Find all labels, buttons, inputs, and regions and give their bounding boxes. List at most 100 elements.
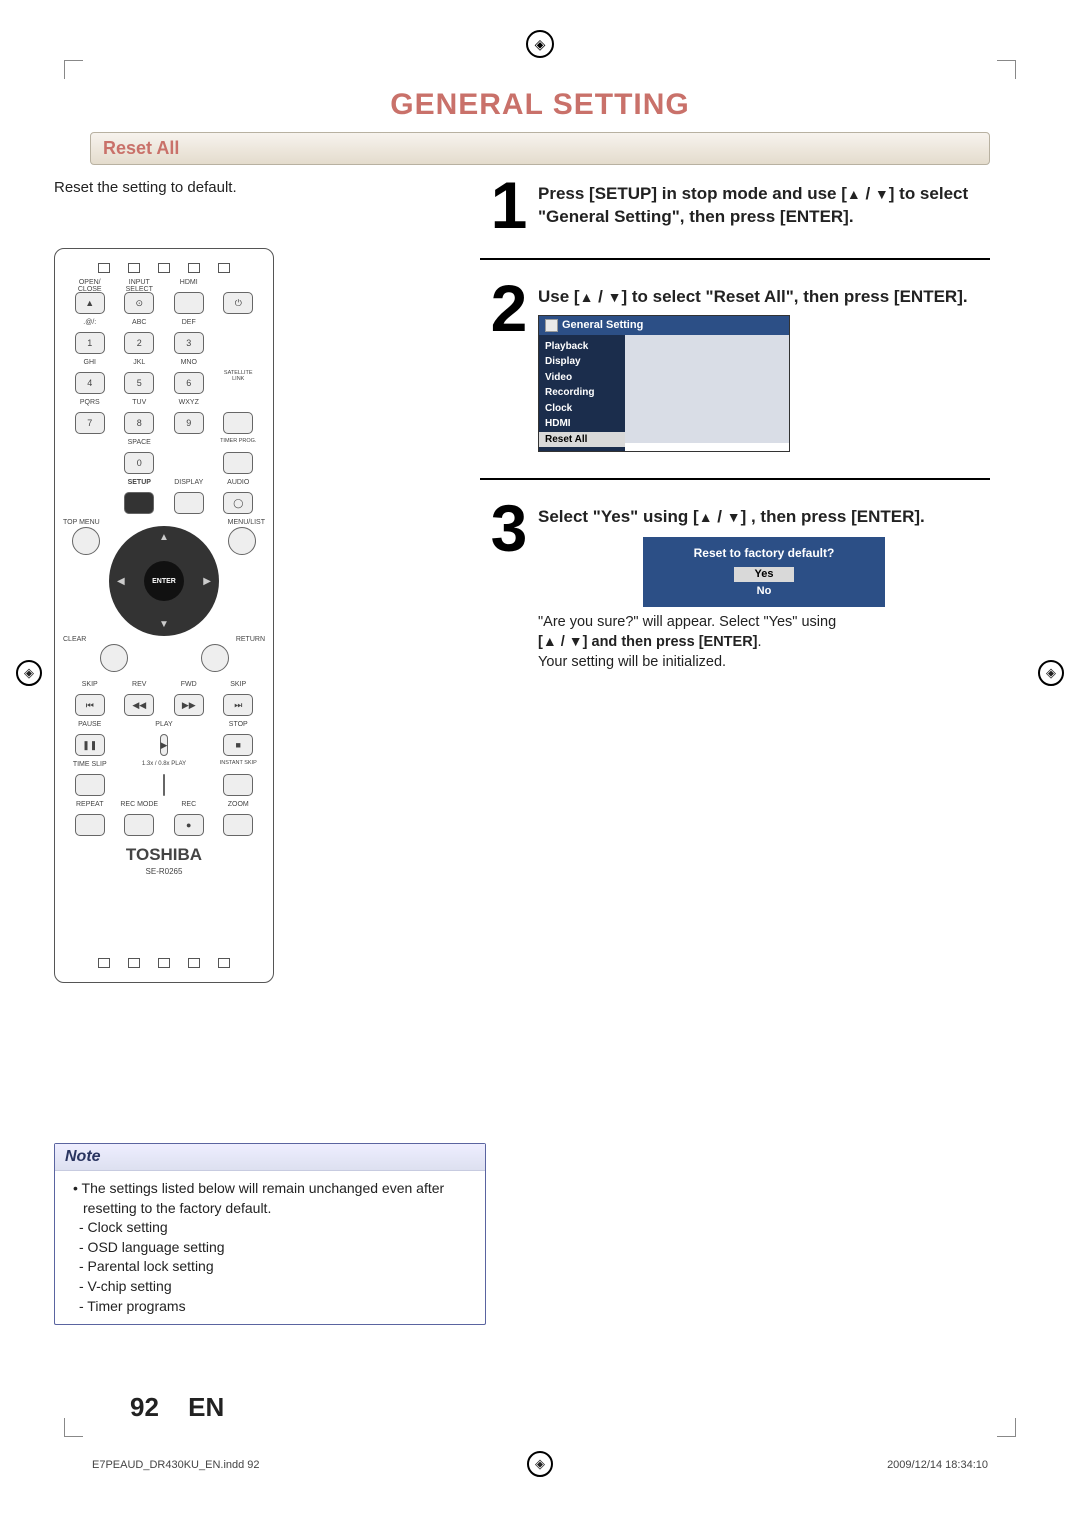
confirm-title: Reset to factory default?: [649, 545, 879, 561]
label-blank: [69, 451, 111, 459]
osd-menu-item: Video: [545, 370, 619, 386]
num-8-button: 8: [124, 412, 154, 434]
enter-button: ENTER: [144, 561, 184, 601]
fwd-button: ▶▶: [174, 694, 204, 716]
label-blank: [218, 399, 260, 407]
label-blank: [168, 439, 210, 447]
osd-menu-item-selected: Reset All: [539, 432, 625, 448]
num-9-button: 9: [174, 412, 204, 434]
step-2: 2 Use [▲ / ▼] to select "Reset All", the…: [480, 282, 990, 452]
step-2-text-b: /: [593, 287, 607, 306]
label-skip-back: SKIP: [69, 681, 111, 689]
osd-menu-item: HDMI: [545, 416, 619, 432]
remote-top-slots: [98, 263, 230, 273]
label-open-close: OPEN/ CLOSE: [69, 279, 111, 287]
label-zoom: ZOOM: [218, 801, 260, 809]
top-menu-button: [72, 527, 100, 555]
step-1-text-b: /: [861, 184, 875, 203]
num-3-button: 3: [174, 332, 204, 354]
label-sym: .@/:: [69, 319, 111, 327]
model-number: SE-R0265: [146, 867, 183, 876]
skip-back-button: ⏮: [75, 694, 105, 716]
hdmi-button: [174, 292, 204, 314]
confirm-yes-option: Yes: [734, 567, 794, 582]
osd-general-setting: General Setting Playback Display Video R…: [538, 315, 790, 452]
time-slip-button: [75, 774, 105, 796]
note-heading: Note: [55, 1144, 485, 1171]
brand-logo: TOSHIBA: [126, 845, 202, 865]
label-def: DEF: [168, 319, 210, 327]
label-blank: [218, 359, 260, 367]
step-3-after-e: [ENTER]: [699, 634, 758, 650]
label-speed-play: 1.3x / 0.8x PLAY: [119, 761, 210, 769]
label-time-slip: TIME SLIP: [69, 761, 111, 769]
registration-mark-top: [526, 30, 554, 58]
osd-title-text: General Setting: [562, 318, 643, 333]
note-item: - OSD language setting: [79, 1238, 471, 1258]
timer-prog-button: [223, 452, 253, 474]
label-top-menu: TOP MENU: [63, 519, 100, 526]
label-menu-list: MENU/LIST: [228, 519, 265, 526]
osd-menu-item: Recording: [545, 385, 619, 401]
speed-play-button: [163, 774, 165, 796]
remote-control-illustration: OPEN/ CLOSE INPUT SELECT HDMI ▲ ⊙ ⏻ .@/:…: [54, 248, 274, 983]
crop-corner: [997, 1418, 1016, 1437]
label-space: SPACE: [119, 439, 161, 447]
page-number: 92: [130, 1392, 159, 1422]
crop-corner: [64, 60, 83, 79]
clear-button: [100, 644, 128, 672]
label-repeat: REPEAT: [69, 801, 111, 809]
label-setup: SETUP: [119, 479, 161, 487]
up-arrow-icon: ▲: [699, 509, 713, 525]
label-clear: CLEAR: [63, 636, 86, 643]
label-blank: [69, 439, 111, 447]
step-3-text-b: /: [713, 507, 727, 526]
label-pause: PAUSE: [69, 721, 111, 729]
num-6-button: 6: [174, 372, 204, 394]
label-skip-fwd: SKIP: [218, 681, 260, 689]
label-mno: MNO: [168, 359, 210, 367]
step-number: 3: [480, 502, 538, 555]
label-blank: [218, 331, 260, 339]
osd-menu-item: Display: [545, 354, 619, 370]
label-wxyz: WXYZ: [168, 399, 210, 407]
wrench-icon: [545, 319, 558, 332]
print-timestamp: 2009/12/14 18:34:10: [887, 1459, 988, 1471]
satellite-link-button: [223, 412, 253, 434]
repeat-button: [75, 814, 105, 836]
input-select-button: ⊙: [124, 292, 154, 314]
label-input-select: INPUT SELECT: [119, 279, 161, 287]
label-satellite-link: SATELLITE LINK: [218, 371, 260, 379]
zoom-button: [223, 814, 253, 836]
label-fwd: FWD: [168, 681, 210, 689]
right-arrow-icon: ▶: [203, 576, 211, 587]
stop-button: ■: [223, 734, 253, 756]
label-play: PLAY: [119, 721, 210, 729]
play-button: ▶: [160, 734, 169, 756]
label-blank: [218, 279, 260, 287]
page-footer: 92 EN: [130, 1392, 224, 1423]
num-1-button: 1: [75, 332, 105, 354]
display-button: [174, 492, 204, 514]
dpad: ENTER ▲ ▼ ◀ ▶: [109, 526, 219, 636]
rec-mode-button: [124, 814, 154, 836]
num-5-button: 5: [124, 372, 154, 394]
step-1-text-a: Press [SETUP] in stop mode and use [: [538, 184, 847, 203]
label-tuv: TUV: [119, 399, 161, 407]
down-arrow-icon: ▼: [608, 289, 622, 305]
setup-button: [124, 492, 154, 514]
num-4-button: 4: [75, 372, 105, 394]
osd-menu-item: Playback: [545, 339, 619, 355]
up-arrow-icon: ▲: [159, 532, 169, 543]
instant-skip-button: [223, 774, 253, 796]
note-item: - Clock setting: [79, 1218, 471, 1238]
left-arrow-icon: ◀: [117, 576, 125, 587]
note-box: Note The settings listed below will rema…: [54, 1143, 486, 1325]
num-2-button: 2: [124, 332, 154, 354]
step-3-after-c: /: [557, 634, 569, 650]
step-divider: [480, 258, 990, 260]
step-number: 2: [480, 282, 538, 335]
label-blank: [69, 491, 111, 499]
label-return: RETURN: [236, 636, 265, 643]
page-title: GENERAL SETTING: [90, 88, 990, 122]
